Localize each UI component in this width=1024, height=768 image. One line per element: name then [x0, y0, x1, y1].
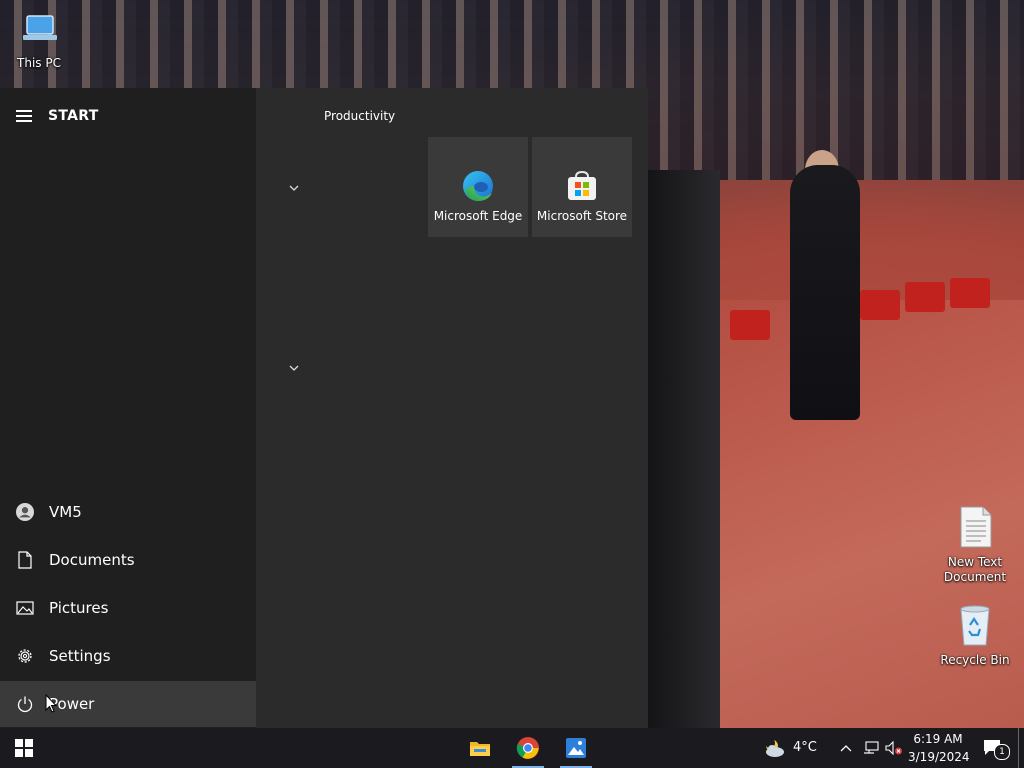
- notification-count-badge: 1: [994, 744, 1010, 760]
- tile-microsoft-store[interactable]: Microsoft Store: [532, 137, 632, 237]
- wallpaper-chair: [950, 278, 990, 308]
- start-title: START: [48, 108, 99, 124]
- start-item-documents[interactable]: Documents: [0, 537, 256, 583]
- document-icon: [16, 551, 34, 569]
- gear-icon: [16, 647, 34, 665]
- edge-icon: [461, 169, 495, 203]
- start-menu-left-pane: START VM5 Documents Pictures Settings Po…: [0, 88, 256, 728]
- volume-tray-button[interactable]: [884, 728, 904, 768]
- volume-muted-icon: [885, 741, 902, 755]
- wallpaper-figure: [790, 165, 860, 420]
- show-hidden-icons-button[interactable]: [838, 728, 854, 768]
- weather-widget[interactable]: [758, 728, 788, 768]
- show-desktop-button[interactable]: [1018, 728, 1019, 768]
- desktop-icon-this-pc[interactable]: This PC: [1, 10, 77, 71]
- start-item-settings[interactable]: Settings: [0, 633, 256, 679]
- desktop-icon-recycle-bin[interactable]: Recycle Bin: [937, 603, 1013, 668]
- weather-temp[interactable]: 4°C: [793, 740, 817, 755]
- start-item-label: Pictures: [49, 599, 109, 617]
- start-menu: START VM5 Documents Pictures Settings Po…: [0, 88, 648, 728]
- start-item-label: Documents: [49, 551, 135, 569]
- computer-icon: [1, 10, 77, 54]
- tile-label: Microsoft Edge: [433, 209, 523, 223]
- network-icon: [864, 741, 879, 754]
- taskbar-photos[interactable]: [554, 728, 598, 768]
- network-tray-button[interactable]: [861, 728, 881, 768]
- start-header: START: [16, 107, 99, 125]
- picture-icon: [16, 599, 34, 617]
- store-icon: [565, 169, 599, 203]
- taskbar: 4°C 6:19 AM 3/19/2024 1: [0, 728, 1024, 768]
- user-icon: [16, 503, 34, 521]
- weather-cloud-moon-icon: [766, 740, 784, 757]
- start-item-label: Settings: [49, 647, 111, 665]
- folder-icon: [470, 742, 490, 756]
- chevron-up-icon: [840, 745, 852, 752]
- desktop-icon-label: Recycle Bin: [940, 653, 1010, 667]
- recycle-bin-icon: [937, 603, 1013, 651]
- wallpaper-figure-dark: [648, 170, 720, 728]
- start-menu-tiles-pane: Productivity Microsoft Edge Microsoft St…: [256, 88, 648, 728]
- mouse-cursor-icon: [45, 694, 57, 713]
- photos-icon: [566, 738, 586, 758]
- windows-logo-icon: [15, 739, 33, 757]
- desktop-icon-label: This PC: [17, 56, 61, 70]
- hamburger-menu-icon[interactable]: [16, 107, 32, 125]
- desktop-icon-new-text-document[interactable]: New Text Document: [937, 505, 1013, 585]
- clock-date[interactable]: 3/19/2024: [908, 750, 970, 764]
- desktop-icon-label: New Text Document: [943, 555, 1007, 584]
- wallpaper-chair: [905, 282, 945, 312]
- wallpaper-chair: [730, 310, 770, 340]
- notifications-button[interactable]: 1: [978, 728, 1010, 768]
- tile-group-title[interactable]: Productivity: [324, 109, 395, 123]
- chevron-down-icon[interactable]: [288, 359, 300, 371]
- tile-microsoft-edge[interactable]: Microsoft Edge: [428, 137, 528, 237]
- start-item-pictures[interactable]: Pictures: [0, 585, 256, 631]
- text-file-icon: [937, 505, 1013, 553]
- chrome-icon: [516, 737, 539, 759]
- taskbar-chrome[interactable]: [506, 728, 550, 768]
- start-item-power[interactable]: Power: [0, 681, 256, 727]
- start-button[interactable]: [0, 728, 48, 768]
- clock-time[interactable]: 6:19 AM: [908, 732, 968, 746]
- power-icon: [16, 695, 34, 713]
- taskbar-file-explorer[interactable]: [458, 728, 502, 768]
- wallpaper-chair: [860, 290, 900, 320]
- start-item-user[interactable]: VM5: [0, 489, 256, 535]
- start-item-label: VM5: [49, 503, 82, 521]
- tile-label: Microsoft Store: [536, 209, 628, 223]
- chevron-down-icon[interactable]: [288, 179, 300, 191]
